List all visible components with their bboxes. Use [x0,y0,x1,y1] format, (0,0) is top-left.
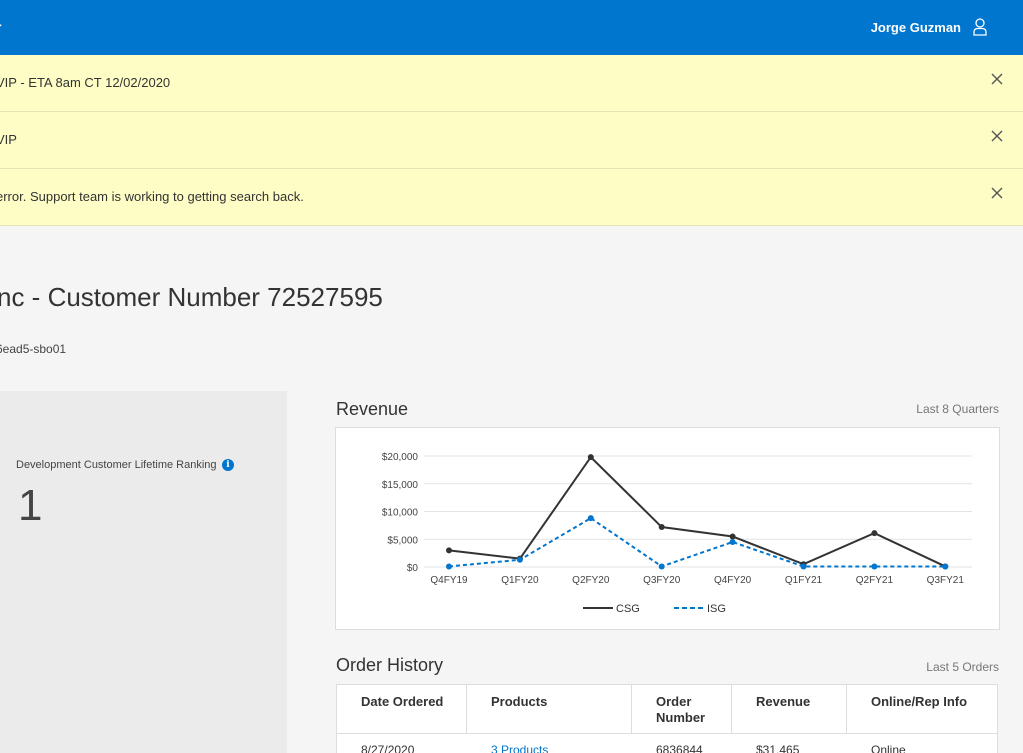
data-point [942,563,949,570]
order-history-meta: Last 5 Orders [926,660,999,674]
user-icon[interactable] [973,18,987,36]
revenue-chart: $0 $5,000 $10,000 $15,000 $20,000 Q4FY19 Q1FY2… [335,427,1000,630]
order-info: Online [871,743,906,753]
x-tick-label: Q1FY21 [785,575,823,586]
info-icon[interactable]: i [222,459,234,471]
column-header[interactable]: Date Ordered [337,685,467,733]
page-subtitle: 6ead5-sbo01 [0,342,67,356]
alert-banner: error. Support team is working to gettin… [0,169,1023,226]
data-point [446,547,452,554]
y-tick-label: $5,000 [387,535,418,546]
order-number: 6836844 [656,743,703,753]
y-tick-label: $20,000 [382,452,419,463]
alert-banner: VIP - ETA 8am CT 12/02/2020 [0,55,1023,112]
x-tick-label: Q2FY21 [856,575,894,586]
y-tick-label: $0 [407,563,419,574]
products-link[interactable]: 3 Products [491,743,548,753]
close-icon[interactable] [991,130,1003,142]
top-bar: r Jorge Guzman [0,0,1023,55]
column-header[interactable]: Products [467,685,632,733]
column-header[interactable]: Revenue [732,685,847,733]
alert-banner: VIP [0,112,1023,169]
y-tick-label: $15,000 [382,480,419,491]
order-history-table: Date Ordered Products Order Number Reven… [336,684,998,753]
data-point [658,563,665,570]
alert-message: VIP [0,132,17,147]
alert-message: error. Support team is working to gettin… [0,189,304,204]
ranking-label: Development Customer Lifetime Ranking [16,459,217,471]
x-tick-label: Q3FY21 [927,575,965,586]
x-tick-label: Q4FY20 [714,575,752,586]
revenue-title: Revenue [336,399,409,419]
series-line-isg [448,516,946,568]
alert-message: VIP - ETA 8am CT 12/02/2020 [0,75,171,90]
order-revenue: $31,465 [756,743,800,753]
x-tick-label: Q1FY20 [501,575,539,586]
ranking-value: 1 [18,481,43,530]
close-icon[interactable] [991,187,1003,199]
data-point [587,454,594,461]
table-row: 8/27/2020 3 Products 6836844 $31,465 Onl… [337,733,997,753]
x-tick-label: Q3FY20 [643,575,681,586]
data-point [658,524,665,531]
user-name[interactable]: Jorge Guzman [871,20,961,35]
app-title: r [0,19,1,35]
order-history-title: Order History [336,655,444,675]
x-tick-label: Q2FY20 [572,575,610,586]
order-date: 8/27/2020 [361,743,415,753]
data-point [800,563,807,570]
data-point [446,563,452,570]
data-point [516,556,523,563]
data-point [871,563,878,570]
data-point [587,515,594,522]
revenue-meta: Last 8 Quarters [916,402,999,416]
revenue-chart-svg: $0 $5,000 $10,000 $15,000 $20,000 Q4FY19 Q1FY2… [382,452,972,615]
close-icon[interactable] [991,73,1003,85]
data-point [871,530,878,537]
legend-label: ISG [707,603,726,615]
x-tick-label: Q4FY19 [430,575,468,586]
left-panel: Development Customer Lifetime Ranking i … [0,391,287,753]
column-header[interactable]: Order Number [632,685,732,733]
column-header[interactable]: Online/Rep Info [847,685,997,733]
y-tick-label: $10,000 [382,508,419,519]
data-point [729,533,736,540]
data-point [729,539,736,546]
legend-label: CSG [616,603,640,615]
page-title: nc - Customer Number 72527595 [0,282,383,312]
